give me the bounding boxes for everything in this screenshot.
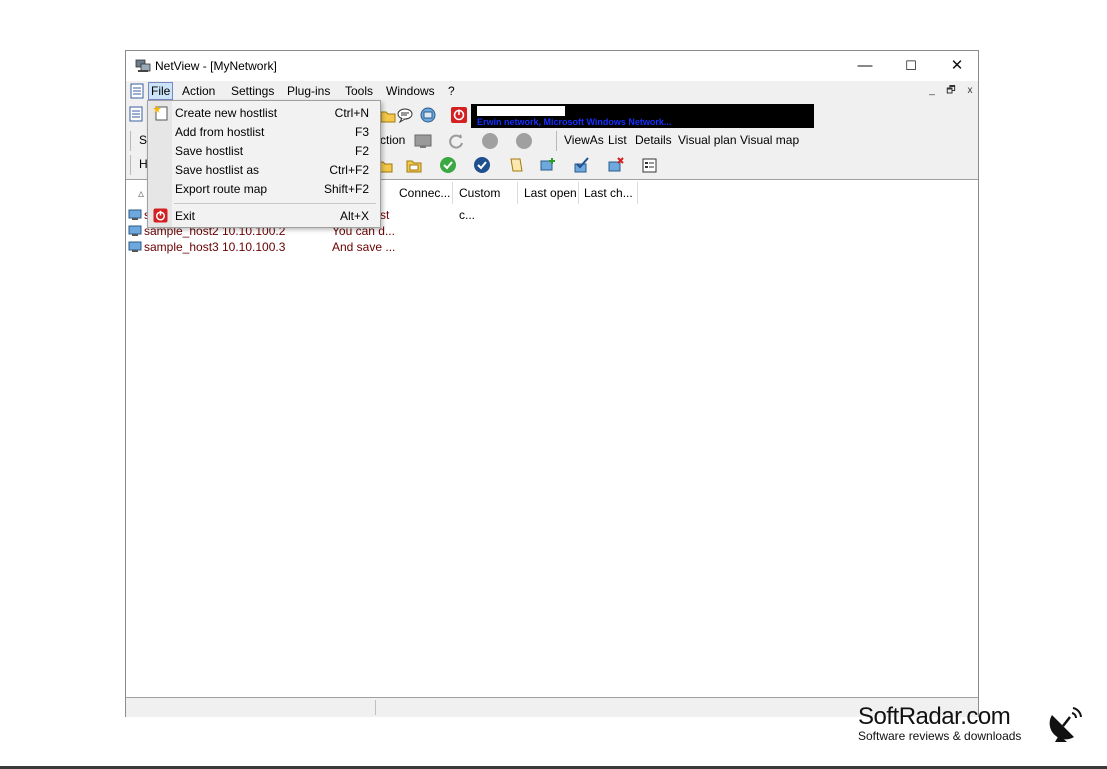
view-details-button[interactable]: Details bbox=[635, 133, 672, 147]
maximize-button[interactable]: ☐ bbox=[888, 51, 934, 81]
menu-action[interactable]: Action bbox=[180, 83, 217, 99]
menu-item-label: Export route map bbox=[175, 182, 268, 196]
window-title: NetView - [MyNetwork] bbox=[155, 59, 277, 73]
edit-host-icon[interactable] bbox=[573, 156, 591, 174]
menu-item-shortcut: F3 bbox=[354, 125, 369, 139]
host-comment: And save ... bbox=[332, 240, 396, 254]
menu-file[interactable]: File bbox=[148, 82, 174, 100]
menu-item-label: Save hostlist bbox=[175, 144, 244, 158]
menu-item-shortcut: Shift+F2 bbox=[323, 182, 369, 196]
monitor-icon[interactable] bbox=[414, 132, 432, 150]
menu-item-label: Exit bbox=[175, 209, 196, 223]
column-header-custom[interactable]: Custom c... bbox=[454, 182, 518, 222]
toolbar-partial-label: S bbox=[139, 133, 148, 147]
host-icon bbox=[128, 209, 142, 220]
banner-progress bbox=[477, 106, 565, 116]
document-icon[interactable] bbox=[130, 83, 144, 99]
host-ip: 10.10.100.3 bbox=[222, 240, 286, 254]
folder-icon[interactable] bbox=[379, 106, 397, 124]
stop-icon[interactable] bbox=[515, 132, 533, 150]
menu-windows[interactable]: Windows bbox=[384, 83, 437, 99]
host-icon bbox=[128, 241, 142, 252]
folder-icon[interactable] bbox=[405, 156, 423, 174]
menu-item-shortcut: Ctrl+F2 bbox=[329, 163, 369, 177]
power-icon bbox=[153, 208, 168, 223]
menu-item-create-new-hostlist[interactable]: Create new hostlist Ctrl+N bbox=[149, 103, 379, 122]
document-icon[interactable] bbox=[129, 106, 143, 122]
menu-item-label: Save hostlist as bbox=[175, 163, 260, 177]
menu-item-shortcut: Ctrl+N bbox=[334, 106, 369, 120]
menu-bar: File Action Settings Plug-ins Tools Wind… bbox=[126, 81, 978, 101]
toolbar-separator bbox=[130, 155, 131, 175]
stop-icon[interactable] bbox=[481, 132, 499, 150]
file-menu-dropdown: Create new hostlist Ctrl+N Add from host… bbox=[147, 100, 381, 228]
watermark-brand: SoftRadar.com bbox=[858, 703, 1011, 730]
note-icon[interactable] bbox=[507, 156, 525, 174]
column-header-last-change[interactable]: Last ch... bbox=[579, 182, 638, 204]
host-comment: st bbox=[380, 208, 390, 222]
minimize-button[interactable]: — bbox=[842, 51, 888, 81]
banner-text: Erwin network, Microsoft Windows Network… bbox=[477, 117, 672, 127]
view-visual-plan-button[interactable]: Visual plan bbox=[678, 133, 737, 147]
softradar-watermark: SoftRadar.com Software reviews & downloa… bbox=[858, 703, 1021, 743]
status-separator bbox=[375, 700, 376, 715]
new-hostlist-icon bbox=[153, 105, 168, 121]
viewas-label: ViewAs bbox=[564, 133, 604, 147]
netview-app-icon bbox=[135, 59, 151, 72]
title-bar[interactable]: NetView - [MyNetwork] — ☐ ✕ bbox=[126, 51, 978, 81]
host-name: sample_host3 bbox=[144, 240, 219, 254]
mdi-restore-button[interactable]: 🗗 bbox=[943, 84, 959, 98]
refresh-icon[interactable] bbox=[447, 132, 465, 150]
mdi-close-button[interactable]: x bbox=[962, 84, 978, 98]
chat-icon[interactable] bbox=[396, 106, 414, 124]
column-header-last-open[interactable]: Last open bbox=[519, 182, 579, 204]
network-icon[interactable] bbox=[419, 106, 437, 124]
network-banner: Erwin network, Microsoft Windows Network… bbox=[471, 104, 814, 128]
satellite-dish-icon bbox=[1049, 707, 1082, 742]
power-icon[interactable] bbox=[450, 106, 468, 124]
action-label[interactable]: ction bbox=[380, 133, 405, 147]
check-green-icon[interactable] bbox=[439, 156, 457, 174]
menu-item-add-from-hostlist[interactable]: Add from hostlist F3 bbox=[149, 122, 379, 141]
toolbar-separator bbox=[556, 131, 557, 151]
menu-item-export-route-map[interactable]: Export route map Shift+F2 bbox=[149, 179, 379, 198]
close-button[interactable]: ✕ bbox=[934, 51, 980, 81]
host-list: ▵ Connec... Custom c... Last open Last c… bbox=[126, 179, 978, 698]
properties-icon[interactable] bbox=[641, 156, 659, 174]
delete-host-icon[interactable] bbox=[607, 156, 625, 174]
menu-tools[interactable]: Tools bbox=[343, 83, 375, 99]
host-icon bbox=[128, 225, 142, 236]
menu-item-shortcut: Alt+X bbox=[339, 209, 369, 223]
menu-item-shortcut: F2 bbox=[354, 144, 369, 158]
menu-plugins[interactable]: Plug-ins bbox=[285, 83, 332, 99]
check-blue-icon[interactable] bbox=[473, 156, 491, 174]
status-bar bbox=[126, 697, 978, 717]
view-visual-map-button[interactable]: Visual map bbox=[740, 133, 799, 147]
table-row[interactable]: sample_host3 10.10.100.3 And save ... bbox=[128, 240, 398, 256]
view-list-button[interactable]: List bbox=[608, 133, 627, 147]
menu-help[interactable]: ? bbox=[446, 83, 457, 99]
menu-separator bbox=[174, 203, 376, 204]
toolbar-separator bbox=[130, 131, 131, 151]
watermark-tagline: Software reviews & downloads bbox=[858, 729, 1022, 743]
add-host-icon[interactable] bbox=[539, 156, 557, 174]
menu-settings[interactable]: Settings bbox=[229, 83, 276, 99]
menu-item-label: Add from hostlist bbox=[175, 125, 265, 139]
menu-item-exit[interactable]: Exit Alt+X bbox=[149, 206, 379, 225]
mdi-minimize-button[interactable]: _ bbox=[924, 84, 940, 98]
column-header-connection[interactable]: Connec... bbox=[394, 182, 453, 204]
menu-item-label: Create new hostlist bbox=[175, 106, 278, 120]
menu-item-save-hostlist[interactable]: Save hostlist F2 bbox=[149, 141, 379, 160]
menu-item-save-hostlist-as[interactable]: Save hostlist as Ctrl+F2 bbox=[149, 160, 379, 179]
